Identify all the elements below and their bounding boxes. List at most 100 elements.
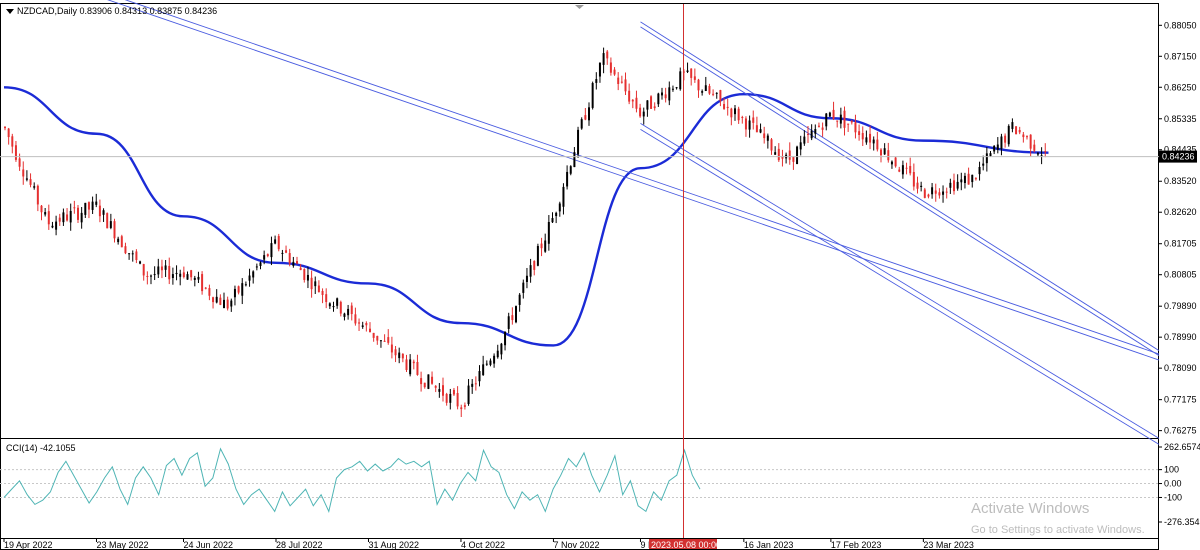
candle-body — [47, 211, 50, 225]
candle-body — [799, 142, 802, 150]
channel-line — [640, 129, 1160, 445]
dropdown-triangle-icon[interactable] — [6, 9, 14, 15]
candle-body — [263, 255, 266, 260]
candle-body — [938, 192, 941, 196]
candle-body — [887, 150, 890, 161]
candle-body — [777, 148, 780, 161]
candle-body — [18, 158, 21, 167]
candle-body — [51, 225, 54, 228]
candle-body — [1007, 125, 1010, 145]
candle-body — [146, 275, 149, 277]
candle-body — [317, 285, 320, 293]
candle-body — [77, 207, 79, 220]
candle-body — [577, 129, 580, 155]
candle-body — [292, 261, 295, 266]
candle-body — [383, 340, 386, 342]
candle-body — [40, 205, 43, 213]
candle-body — [854, 122, 857, 133]
cci-level-label: 0.00 — [1164, 479, 1182, 489]
candle-body — [704, 85, 707, 91]
cci-level-label: 100 — [1164, 465, 1179, 475]
candle-body — [573, 152, 576, 168]
candle-body — [66, 214, 69, 221]
candle-body — [982, 163, 985, 166]
candle-body — [613, 69, 616, 75]
candle-body — [241, 283, 244, 296]
candle-body — [22, 169, 25, 177]
candle-body — [836, 120, 839, 122]
candle-body — [135, 251, 138, 261]
candle-body — [653, 106, 656, 109]
candle-body — [847, 123, 850, 125]
candle-body — [679, 71, 682, 90]
candle-body — [551, 218, 554, 223]
candle-body — [452, 389, 455, 395]
candlestick-layer — [4, 47, 1047, 418]
price-tick-label: 0.78990 — [1164, 332, 1197, 342]
candle-body — [628, 90, 631, 102]
time-tick-label: 24 Jun 2022 — [184, 540, 234, 550]
chart-canvas[interactable]: 0.880500.871500.862500.853350.844350.835… — [0, 0, 1200, 550]
candle-body — [989, 153, 992, 157]
activation-watermark-title: Activate Windows — [971, 500, 1090, 517]
candle-body — [631, 99, 634, 102]
symbol-ohlc-text: NZDCAD,Daily 0.83906 0.84313 0.83875 0.8… — [17, 6, 218, 16]
candle-body — [905, 167, 908, 169]
candle-body — [744, 118, 747, 130]
channel-line — [640, 21, 1160, 351]
candle-body — [266, 254, 269, 257]
candle-body — [843, 110, 846, 128]
candle-body — [967, 173, 970, 185]
candle-body — [423, 382, 426, 388]
candle-body — [215, 296, 218, 303]
candle-body — [547, 221, 550, 244]
candle-body — [427, 374, 430, 389]
cursor-time-label: 2023.05.08 00:00 — [651, 540, 721, 550]
candle-body — [639, 107, 642, 117]
candle-body — [832, 109, 835, 119]
candle-body — [471, 383, 474, 387]
activation-watermark-subtitle: Go to Settings to activate Windows. — [971, 524, 1145, 536]
candle-body — [931, 187, 934, 195]
candle-body — [157, 266, 160, 275]
candle-body — [518, 294, 521, 305]
candle-body — [1044, 151, 1047, 153]
candle-body — [4, 126, 6, 129]
candle-body — [504, 331, 507, 346]
candle-body — [598, 62, 601, 77]
candle-body — [398, 352, 401, 359]
candle-body — [73, 207, 76, 209]
candle-body — [993, 145, 996, 152]
candle-body — [617, 77, 620, 85]
candle-body — [285, 250, 288, 253]
candle-body — [306, 274, 309, 281]
candle-body — [664, 94, 667, 99]
candle-body — [277, 236, 280, 250]
candle-body — [642, 111, 645, 117]
candle-body — [299, 267, 302, 271]
chart-frame — [0, 3, 1159, 550]
candle-body — [774, 152, 777, 155]
candle-body — [244, 284, 247, 286]
cci-title: CCI(14) -42.1055 — [6, 443, 76, 453]
candle-body — [923, 189, 926, 198]
candle-body — [544, 240, 547, 252]
candle-body — [387, 337, 390, 343]
price-tick-label: 0.86250 — [1164, 82, 1197, 92]
candle-body — [489, 360, 492, 365]
candle-body — [84, 202, 87, 215]
candle-body — [657, 93, 660, 105]
candle-body — [620, 81, 623, 83]
candle-body — [62, 212, 65, 223]
candle-body — [281, 252, 284, 254]
candle-body — [624, 79, 627, 92]
scroll-marker-icon[interactable] — [575, 5, 584, 9]
candle-body — [117, 238, 120, 243]
candle-body — [128, 253, 131, 255]
candle-body — [255, 266, 258, 268]
candle-body — [296, 261, 298, 264]
candle-body — [741, 116, 744, 118]
candle-body — [248, 275, 251, 281]
candle-body — [179, 273, 182, 277]
candle-body — [369, 328, 371, 333]
